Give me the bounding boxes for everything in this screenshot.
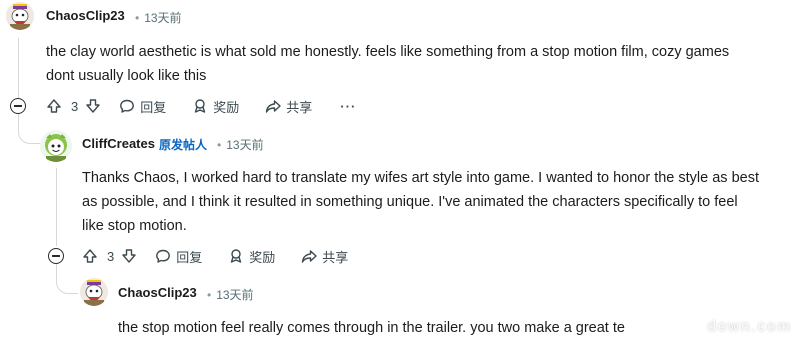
comment-body: Thanks Chaos, I worked hard to translate… xyxy=(82,166,759,238)
meta-separator: • xyxy=(207,288,212,302)
comment-timestamp[interactable]: 13天前 xyxy=(216,288,253,302)
reply-label: 回复 xyxy=(176,249,203,265)
share-label: 共享 xyxy=(286,99,313,115)
comment-timestamp[interactable]: 13天前 xyxy=(226,138,263,152)
thread-line xyxy=(56,168,57,246)
upvote-button[interactable] xyxy=(82,248,98,264)
reply-icon xyxy=(120,99,135,113)
share-icon xyxy=(266,100,281,113)
comment-timestamp[interactable]: 13天前 xyxy=(144,11,181,25)
upvote-button[interactable] xyxy=(46,98,62,114)
comment-username[interactable]: ChaosClip23 xyxy=(46,8,125,23)
avatar[interactable] xyxy=(80,278,108,306)
comment-username[interactable]: CliffCreates xyxy=(82,136,155,151)
reply-button[interactable]: 回复 xyxy=(119,97,166,116)
op-badge: 原发帖人 xyxy=(159,138,208,152)
reply-button[interactable]: 回复 xyxy=(155,247,202,266)
share-button[interactable]: 共享 xyxy=(301,247,348,266)
downvote-button[interactable] xyxy=(121,248,137,264)
meta-separator: • xyxy=(135,11,140,25)
share-label: 共享 xyxy=(322,249,349,265)
comment-line: the stop motion feel really comes throug… xyxy=(118,320,625,336)
comment-body: the clay world aesthetic is what sold me… xyxy=(46,40,729,88)
downvote-icon xyxy=(122,249,136,263)
thread-connector xyxy=(18,108,40,144)
award-icon xyxy=(231,249,242,263)
comment-line: as possible, and I think it resulted in … xyxy=(82,194,738,210)
downvote-button[interactable] xyxy=(85,98,101,114)
collapse-thread-button[interactable] xyxy=(10,98,26,114)
thread-connector xyxy=(56,258,78,294)
comment-line: dont usually look like this xyxy=(46,68,207,84)
comment-body: the stop motion feel really comes throug… xyxy=(118,316,625,340)
award-label: 奖励 xyxy=(249,249,276,265)
share-button[interactable]: 共享 xyxy=(265,97,312,116)
downvote-icon xyxy=(86,99,100,113)
share-icon xyxy=(302,250,317,263)
more-options-icon: ··· xyxy=(340,98,357,114)
comment-line: Thanks Chaos, I worked hard to translate… xyxy=(82,170,759,186)
avatar[interactable] xyxy=(6,2,34,30)
upvote-icon xyxy=(47,99,61,113)
meta-separator: • xyxy=(217,138,222,152)
vote-count: 3 xyxy=(71,98,79,114)
more-options-button[interactable]: ··· xyxy=(340,99,356,114)
award-button[interactable]: 奖励 xyxy=(192,97,239,116)
thread-line xyxy=(18,38,19,98)
award-button[interactable]: 奖励 xyxy=(228,247,275,266)
comment-actions: 3 回复 奖励 共享 xyxy=(82,244,348,268)
upvote-icon xyxy=(83,249,97,263)
award-icon xyxy=(195,99,206,113)
comment-username[interactable]: ChaosClip23 xyxy=(118,285,197,300)
reply-label: 回复 xyxy=(140,99,167,115)
comment-line: the clay world aesthetic is what sold me… xyxy=(46,44,730,60)
award-label: 奖励 xyxy=(213,99,240,115)
comment-meta: • 13天前 xyxy=(131,9,182,26)
collapse-thread-button[interactable] xyxy=(48,248,64,264)
reply-icon xyxy=(156,249,171,263)
watermark-text: down.com xyxy=(707,318,792,335)
avatar[interactable] xyxy=(40,130,72,162)
comment-line: like stop motion. xyxy=(82,218,187,234)
vote-count: 3 xyxy=(107,248,115,264)
comment-actions: 3 回复 奖励 共享 ··· xyxy=(46,94,356,118)
comment-meta: 原发帖人 • 13天前 xyxy=(159,136,264,153)
comment-meta: • 13天前 xyxy=(203,286,254,303)
